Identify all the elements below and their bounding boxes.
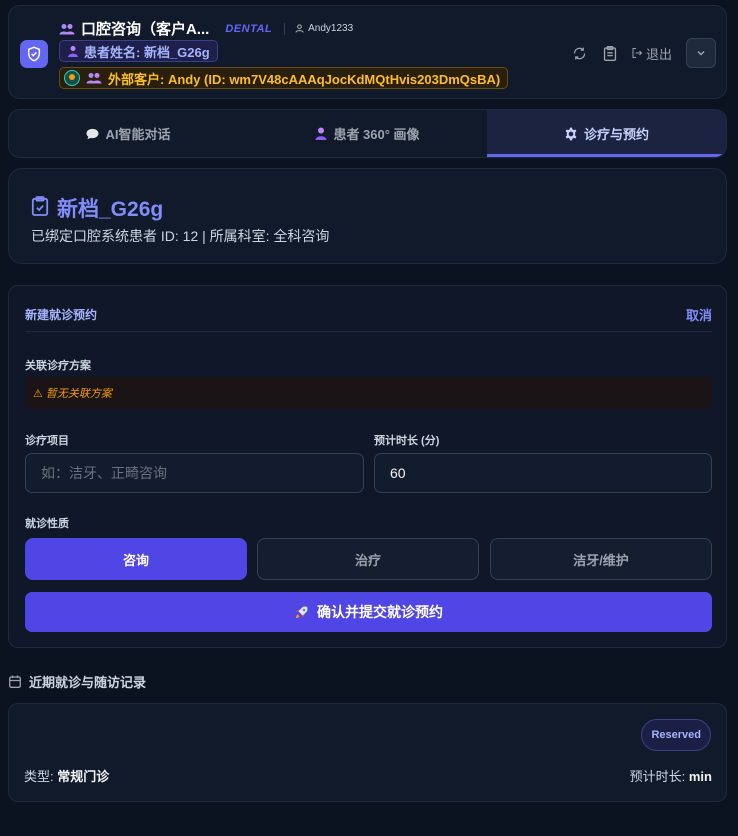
item-label: 诊疗项目 — [25, 435, 69, 447]
tab-treatment[interactable]: 诊疗与预约 — [487, 110, 726, 157]
external-customer-text: 外部客户: Andy (ID: wm7V48cAAAqJocKdMQtHvis2… — [108, 71, 501, 87]
tab-patient-profile[interactable]: 患者 360° 画像 — [248, 110, 487, 157]
record-duration-label: 预计时长: — [629, 769, 686, 784]
group-icon — [86, 72, 102, 84]
external-customer-pill: 外部客户: Andy (ID: wm7V48cAAAqJocKdMQtHvis2… — [59, 67, 509, 89]
form-title: 新建就诊预约 — [25, 308, 98, 322]
history-heading: 近期就诊与随访记录 — [9, 672, 146, 691]
treatment-item-input[interactable]: 如：洁牙、正畸咨询 — [25, 453, 364, 493]
clipboard-check-icon — [31, 195, 49, 221]
avatar — [64, 70, 80, 86]
divider — [25, 331, 712, 332]
logout-label: 退出 — [645, 46, 672, 62]
patient-name: 新档_G26g — [57, 198, 164, 221]
plan-warning: ⚠ 暂无关联方案 — [25, 377, 712, 409]
nature-label: 就诊性质 — [25, 518, 69, 530]
refresh-icon[interactable] — [569, 42, 591, 64]
submit-appointment-button[interactable]: 确认并提交就诊预约 — [25, 592, 712, 632]
history-record[interactable]: Reserved 类型: 常规门诊 预计时长: min — [8, 703, 727, 802]
rocket-icon — [294, 605, 309, 620]
option-treatment[interactable]: 治疗 — [257, 538, 479, 580]
username-label: Andy1233 — [308, 23, 354, 34]
duration-input[interactable]: 60 — [374, 453, 712, 493]
cancel-button[interactable]: 取消 — [686, 305, 712, 324]
option-consult[interactable]: 咨询 — [25, 538, 247, 580]
logout-button[interactable]: 退出 — [631, 44, 672, 63]
status-badge: Reserved — [641, 719, 711, 751]
person-icon — [67, 45, 79, 57]
chevron-down-icon — [697, 50, 705, 56]
patient-binding-info: 已绑定口腔系统患者 ID: 12 | 所属科室: 全科咨询 — [31, 228, 330, 244]
record-type: 类型: 常规门诊 — [24, 766, 109, 785]
session-title: 口腔咨询（客户A... — [81, 21, 210, 38]
chat-icon — [86, 128, 99, 140]
option-cleaning[interactable]: 洁牙/维护 — [490, 538, 712, 580]
user-icon — [295, 24, 304, 33]
gear-icon — [564, 127, 578, 141]
main-tabs: AI智能对话 患者 360° 画像 诊疗与预约 — [8, 109, 727, 158]
record-duration: 预计时长: min — [630, 766, 712, 785]
patient-name-text: 患者姓名: 新档_G26g — [84, 44, 210, 60]
calendar-icon — [9, 675, 21, 688]
domain-tag: DENTAL — [225, 22, 273, 35]
record-duration-value: min — [688, 769, 712, 784]
current-user: Andy1233 — [295, 23, 353, 34]
submit-label: 确认并提交就诊预约 — [317, 604, 443, 620]
tab-label: AI智能对话 — [105, 127, 171, 142]
logout-icon — [632, 48, 643, 58]
tab-ai-chat[interactable]: AI智能对话 — [9, 110, 248, 157]
tab-label: 诊疗与预约 — [583, 127, 649, 142]
duration-label: 预计时长 (分) — [374, 435, 440, 447]
record-type-label: 类型: — [24, 769, 54, 784]
appointment-form: 新建就诊预约 取消 关联诊疗方案 ⚠ 暂无关联方案 诊疗项目 如：洁牙、正畸咨询… — [8, 285, 727, 648]
person-icon — [315, 127, 327, 140]
group-icon — [59, 23, 75, 35]
plan-label: 关联诊疗方案 — [25, 360, 91, 372]
session-header: 口腔咨询（客户A... DENTAL Andy1233 患者姓名: 新档_G26… — [8, 5, 727, 99]
clipboard-icon[interactable] — [599, 42, 621, 64]
record-type-value: 常规门诊 — [57, 769, 110, 784]
patient-card: 新档_G26g 已绑定口腔系统患者 ID: 12 | 所属科室: 全科咨询 — [8, 168, 727, 264]
patient-name-pill: 患者姓名: 新档_G26g — [59, 40, 218, 62]
shield-icon — [20, 40, 48, 68]
tab-label: 患者 360° 画像 — [333, 127, 420, 142]
divider — [284, 22, 286, 35]
history-heading-text: 近期就诊与随访记录 — [29, 675, 147, 690]
more-menu-button[interactable] — [686, 38, 716, 68]
